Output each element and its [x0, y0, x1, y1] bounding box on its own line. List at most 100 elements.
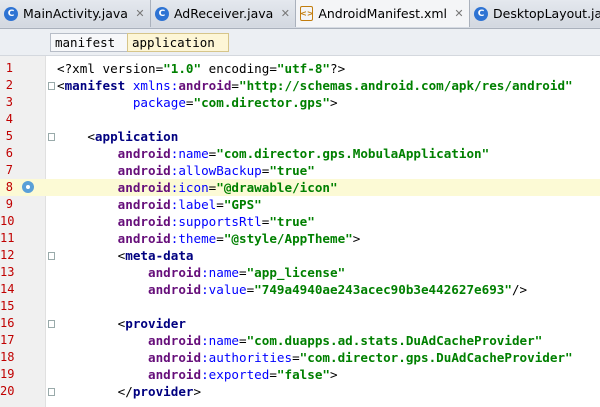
- code-line-20[interactable]: 20 </provider>: [0, 383, 600, 400]
- java-file-icon: C: [154, 6, 169, 21]
- fold-marker-icon[interactable]: [48, 82, 55, 90]
- breadcrumb-manifest[interactable]: manifest: [50, 33, 130, 52]
- code-token: android: [117, 231, 171, 246]
- tab-adreceiver[interactable]: C AdReceiver.java ✕: [150, 0, 297, 27]
- close-icon[interactable]: ✕: [279, 7, 291, 20]
- code-line-14[interactable]: 14 android:value="749a4940ae243acec90b3e…: [0, 281, 600, 298]
- code-text: android:authorities="com.director.gps.Du…: [57, 349, 573, 366]
- code-token: "GPS": [223, 197, 262, 212]
- code-line-5[interactable]: 5 <application: [0, 128, 600, 145]
- code-token: :icon: [170, 180, 209, 195]
- code-token: :name: [201, 265, 239, 280]
- code-line-10[interactable]: 10 android:supportsRtl="true": [0, 213, 600, 230]
- code-token: android: [117, 197, 171, 212]
- code-token: :label: [170, 197, 217, 212]
- line-number: 16: [0, 316, 15, 330]
- code-token: "app_license": [246, 265, 346, 280]
- xml-file-icon: <>: [300, 6, 314, 21]
- line-number: 13: [0, 265, 15, 279]
- code-editor[interactable]: 1 <?xml version="1.0" encoding="utf-8"?> 2…: [0, 56, 600, 407]
- line-number: 5: [5, 129, 13, 143]
- breadcrumb: manifest application: [0, 29, 600, 56]
- code-text: android:name="com.director.gps.MobulaApp…: [57, 145, 490, 162]
- code-line-8[interactable]: 8 android:icon="@drawable/icon": [0, 179, 600, 196]
- code-line-1[interactable]: 1 <?xml version="1.0" encoding="utf-8"?>: [0, 60, 600, 77]
- code-line-13[interactable]: 13 android:name="app_license": [0, 264, 600, 281]
- line-number: 2: [5, 78, 13, 92]
- code-text: <manifest xmlns:android="http://schemas.…: [57, 77, 573, 94]
- code-token: :theme: [170, 231, 217, 246]
- code-token: <?xml version=: [57, 61, 164, 76]
- code-text: <?xml version="1.0" encoding="utf-8"?>: [57, 60, 345, 77]
- code-token: "utf-8": [276, 61, 330, 76]
- code-token: application: [94, 129, 179, 144]
- code-token: >: [193, 384, 202, 399]
- code-token: />: [511, 282, 528, 297]
- code-token: meta-data: [125, 248, 194, 263]
- code-token: package: [132, 95, 186, 110]
- code-text: android:theme="@style/AppTheme">: [57, 230, 361, 247]
- line-number: 10: [0, 214, 15, 228]
- code-line-11[interactable]: 11 android:theme="@style/AppTheme">: [0, 230, 600, 247]
- fold-marker-icon[interactable]: [48, 388, 55, 396]
- code-line-4[interactable]: 4: [0, 111, 600, 128]
- tab-desktoplayout[interactable]: C DesktopLayout.java ✕: [470, 0, 600, 27]
- code-token: =: [269, 367, 277, 382]
- code-token: "false": [276, 367, 330, 382]
- bookmark-marker-icon[interactable]: [22, 181, 34, 193]
- code-line-16[interactable]: 16 <provider: [0, 315, 600, 332]
- code-line-12[interactable]: 12 <meta-data: [0, 247, 600, 264]
- tab-mainactivity[interactable]: C MainActivity.java ✕: [0, 0, 151, 27]
- fold-marker-icon[interactable]: [48, 133, 55, 141]
- code-line-15[interactable]: 15: [0, 298, 600, 315]
- code-text: android:value="749a4940ae243acec90b3e442…: [57, 281, 527, 298]
- code-line-18[interactable]: 18 android:authorities="com.director.gps…: [0, 349, 600, 366]
- code-line-9[interactable]: 9 android:label="GPS": [0, 196, 600, 213]
- code-line-17[interactable]: 17 android:name="com.duapps.ad.stats.DuA…: [0, 332, 600, 349]
- code-token: android: [148, 350, 202, 365]
- code-token: =: [239, 333, 247, 348]
- code-token: "true": [269, 163, 315, 178]
- fold-marker-icon[interactable]: [48, 252, 55, 260]
- code-text: android:icon="@drawable/icon": [57, 179, 338, 196]
- code-token: android: [117, 146, 171, 161]
- code-token: >: [330, 367, 338, 382]
- code-token: "com.director.gps.DuAdCacheProvider": [299, 350, 573, 365]
- line-number: 14: [0, 282, 15, 296]
- line-number: 3: [5, 95, 13, 109]
- close-icon[interactable]: ✕: [453, 7, 465, 20]
- code-token: "http://schemas.android.com/apk/res/andr…: [239, 78, 573, 93]
- code-token: =: [216, 231, 224, 246]
- code-token: =: [231, 78, 240, 93]
- line-number: 6: [5, 146, 13, 160]
- code-text: <provider: [57, 315, 186, 332]
- code-token: android: [148, 367, 202, 382]
- tab-androidmanifest[interactable]: <> AndroidManifest.xml ✕: [296, 0, 471, 27]
- code-line-6[interactable]: 6 android:name="com.director.gps.MobulaA…: [0, 145, 600, 162]
- code-line-2[interactable]: 2 <manifest xmlns:android="http://schemas…: [0, 77, 600, 94]
- code-token: >: [352, 231, 361, 246]
- code-token: "com.director.gps.MobulaApplication": [216, 146, 490, 161]
- code-line-7[interactable]: 7 android:allowBackup="true": [0, 162, 600, 179]
- close-icon[interactable]: ✕: [134, 7, 146, 20]
- fold-marker-icon[interactable]: [48, 320, 55, 328]
- code-token: "true": [269, 214, 315, 229]
- code-token: <: [57, 316, 126, 331]
- code-text: android:exported="false">: [57, 366, 338, 383]
- code-token: android: [117, 163, 171, 178]
- line-number: 19: [0, 367, 15, 381]
- code-token: <: [57, 248, 126, 263]
- breadcrumb-application[interactable]: application: [127, 33, 229, 52]
- line-number: 9: [5, 197, 13, 211]
- code-line-19[interactable]: 19 android:exported="false">: [0, 366, 600, 383]
- code-token: =: [292, 350, 300, 365]
- code-text: android:name="com.duapps.ad.stats.DuAdCa…: [57, 332, 542, 349]
- code-line-3[interactable]: 3 package="com.director.gps">: [0, 94, 600, 111]
